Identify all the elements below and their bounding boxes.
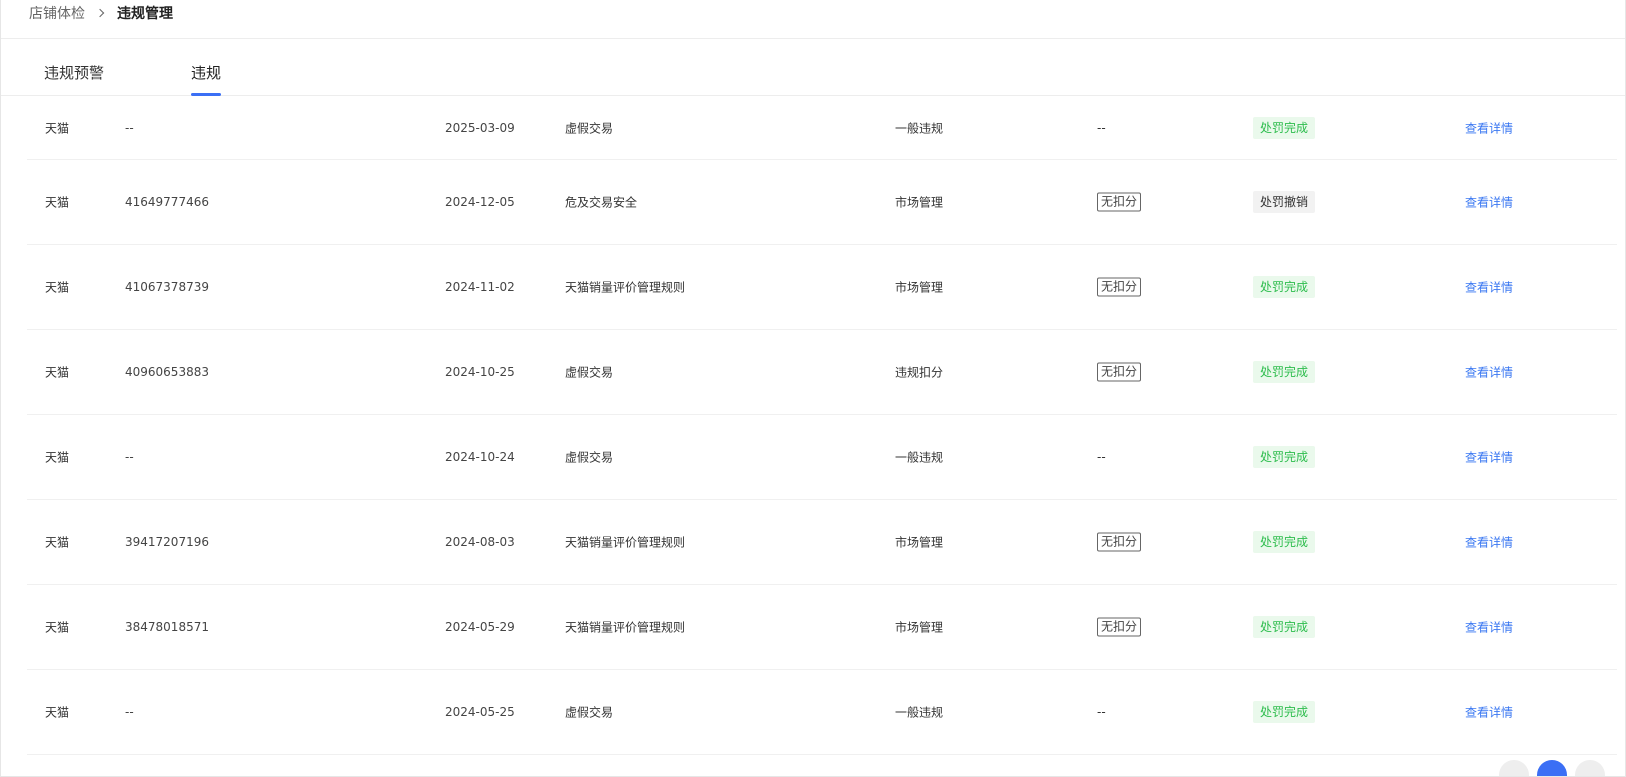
status-badge: 处罚撤销 (1253, 191, 1316, 213)
pagination (1499, 760, 1605, 776)
view-details-link[interactable]: 查看详情 (1465, 704, 1513, 721)
score-tag: 无扣分 (1097, 362, 1142, 382)
level-cell: 一般违规 (895, 121, 944, 135)
view-details-link[interactable]: 查看详情 (1465, 119, 1513, 136)
pagination-next-button[interactable] (1575, 760, 1605, 776)
status-badge: 处罚完成 (1253, 616, 1316, 638)
date-cell: 2024-08-03 (445, 535, 515, 549)
header-divider (1, 38, 1625, 39)
level-cell: 市场管理 (895, 195, 944, 210)
level-cell: 市场管理 (895, 620, 944, 635)
type-cell: 虚假交易 (565, 365, 614, 380)
pagination-prev-button[interactable] (1499, 760, 1529, 776)
status-badge: 处罚完成 (1253, 531, 1316, 553)
id-cell: -- (125, 705, 134, 719)
id-cell: 38478018571 (125, 620, 209, 634)
platform-cell: 天猫 (45, 620, 70, 635)
id-cell: 41067378739 (125, 280, 209, 294)
table-row: 天猫 38478018571 2024-05-29 天猫销量评价管理规则 市场管… (27, 585, 1617, 670)
status-badge: 处罚完成 (1253, 701, 1316, 723)
violation-table: 天猫 -- 2025-03-09 虚假交易 一般违规 -- 处罚完成 查看详情 … (27, 96, 1617, 755)
platform-cell: 天猫 (45, 121, 70, 135)
status-badge: 处罚完成 (1253, 116, 1316, 139)
tab-violation-warning[interactable]: 违规预警 (44, 61, 104, 96)
breadcrumb-parent[interactable]: 店铺体检 (29, 3, 85, 23)
id-cell: 40960653883 (125, 365, 209, 379)
date-cell: 2025-03-09 (445, 120, 515, 135)
date-cell: 2024-10-25 (445, 365, 515, 379)
score-tag: 无扣分 (1097, 617, 1142, 637)
table-row: 天猫 41067378739 2024-11-02 天猫销量评价管理规则 市场管… (27, 245, 1617, 330)
date-cell: 2024-10-24 (445, 450, 515, 464)
type-cell: 虚假交易 (565, 450, 614, 465)
platform-cell: 天猫 (45, 195, 70, 210)
score-cell: -- (1097, 120, 1106, 135)
id-cell: 41649777466 (125, 195, 209, 209)
level-cell: 市场管理 (895, 535, 944, 550)
type-cell: 危及交易安全 (565, 195, 638, 210)
platform-cell: 天猫 (45, 705, 70, 720)
view-details-link[interactable]: 查看详情 (1465, 194, 1513, 211)
platform-cell: 天猫 (45, 365, 70, 380)
id-cell: -- (125, 450, 134, 464)
pagination-page-button[interactable] (1537, 760, 1567, 776)
platform-cell: 天猫 (45, 535, 70, 550)
view-details-link[interactable]: 查看详情 (1465, 534, 1513, 551)
level-cell: 一般违规 (895, 705, 944, 720)
type-cell: 虚假交易 (565, 121, 614, 135)
chevron-right-icon (95, 8, 105, 18)
view-details-link[interactable]: 查看详情 (1465, 364, 1513, 381)
table-row: 天猫 -- 2024-05-25 虚假交易 一般违规 -- 处罚完成 查看详情 (27, 670, 1617, 755)
table-row: 天猫 -- 2024-10-24 虚假交易 一般违规 -- 处罚完成 查看详情 (27, 415, 1617, 500)
id-cell: 39417207196 (125, 535, 209, 549)
platform-cell: 天猫 (45, 450, 70, 465)
date-cell: 2024-05-29 (445, 620, 515, 634)
date-cell: 2024-12-05 (445, 195, 515, 209)
type-cell: 虚假交易 (565, 705, 614, 720)
type-cell: 天猫销量评价管理规则 (565, 535, 686, 550)
date-cell: 2024-11-02 (445, 280, 515, 294)
table-row: 天猫 40960653883 2024-10-25 虚假交易 违规扣分 无扣分 … (27, 330, 1617, 415)
tab-bar: 违规预警 违规 (1, 56, 1625, 96)
status-badge: 处罚完成 (1253, 361, 1316, 383)
date-cell: 2024-05-25 (445, 705, 515, 719)
breadcrumb: 店铺体检 违规管理 (29, 2, 173, 24)
level-cell: 市场管理 (895, 280, 944, 295)
id-cell: -- (125, 120, 134, 135)
view-details-link[interactable]: 查看详情 (1465, 619, 1513, 636)
type-cell: 天猫销量评价管理规则 (565, 620, 686, 635)
table-row: 天猫 41649777466 2024-12-05 危及交易安全 市场管理 无扣… (27, 160, 1617, 245)
violation-management-page: 店铺体检 违规管理 违规预警 违规 天猫 -- 2025-03-09 虚假交易 … (0, 0, 1626, 777)
breadcrumb-current: 违规管理 (117, 6, 173, 22)
tab-violation[interactable]: 违规 (191, 61, 222, 96)
table-row: 天猫 -- 2025-03-09 虚假交易 一般违规 -- 处罚完成 查看详情 (27, 96, 1617, 160)
view-details-link[interactable]: 查看详情 (1465, 279, 1513, 296)
score-cell: -- (1097, 705, 1106, 719)
score-tag: 无扣分 (1097, 277, 1142, 297)
score-tag: 无扣分 (1097, 192, 1142, 212)
platform-cell: 天猫 (45, 280, 70, 295)
view-details-link[interactable]: 查看详情 (1465, 449, 1513, 466)
type-cell: 天猫销量评价管理规则 (565, 280, 686, 295)
status-badge: 处罚完成 (1253, 446, 1316, 468)
status-badge: 处罚完成 (1253, 276, 1316, 298)
level-cell: 违规扣分 (895, 365, 944, 380)
score-cell: -- (1097, 450, 1106, 464)
table-row: 天猫 39417207196 2024-08-03 天猫销量评价管理规则 市场管… (27, 500, 1617, 585)
score-tag: 无扣分 (1097, 532, 1142, 552)
level-cell: 一般违规 (895, 450, 944, 465)
